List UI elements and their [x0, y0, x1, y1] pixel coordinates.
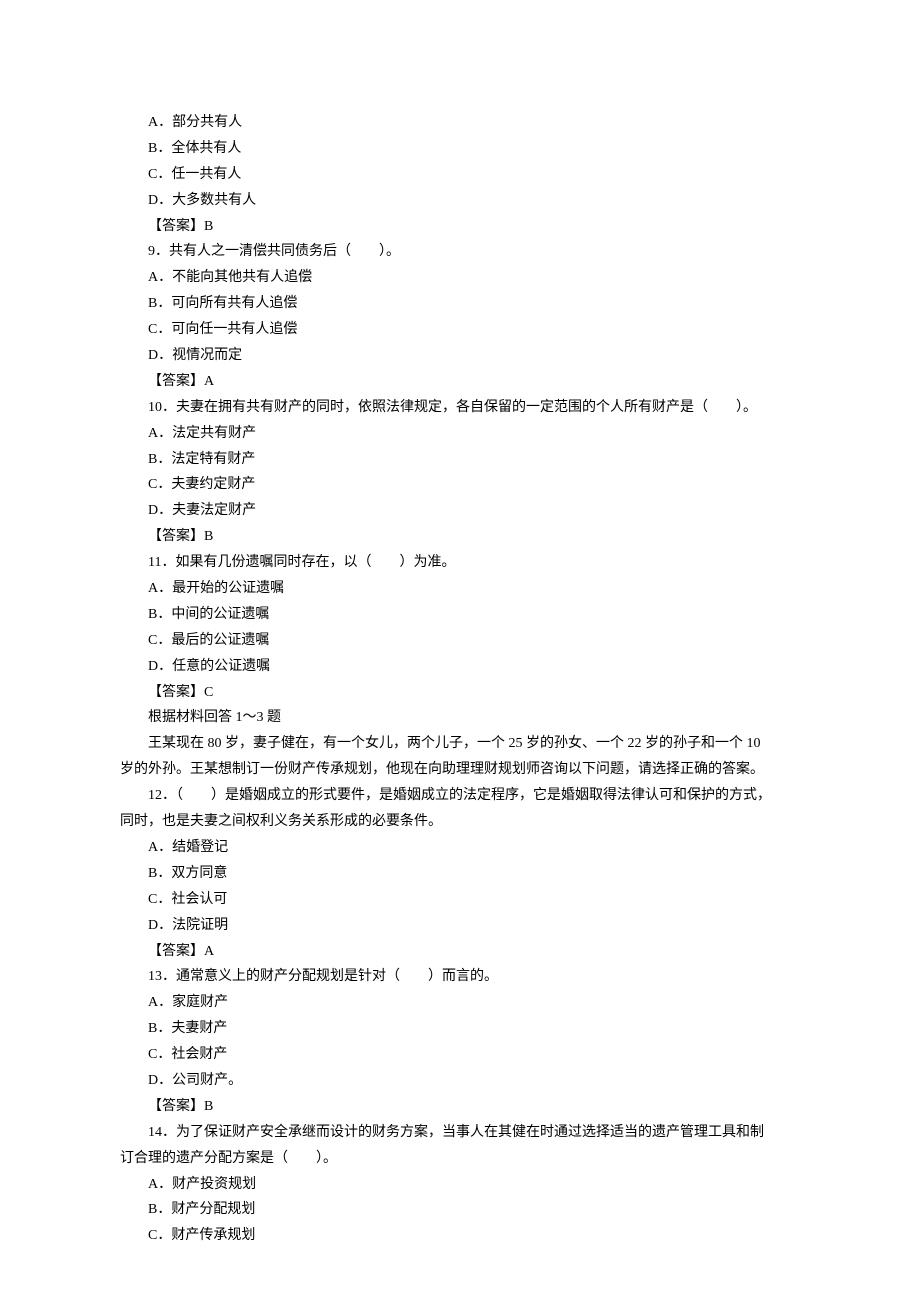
text-line: B．财产分配规划	[120, 1197, 800, 1223]
text-line: D．法院证明	[120, 913, 800, 939]
text-line: A．法定共有财产	[120, 421, 800, 447]
text-line: 王某现在 80 岁，妻子健在，有一个女儿，两个儿子，一个 25 岁的孙女、一个 …	[120, 731, 800, 757]
text-line: C．社会认可	[120, 887, 800, 913]
text-line: 【答案】B	[120, 214, 800, 240]
text-line: C．最后的公证遗嘱	[120, 628, 800, 654]
text-line: D．视情况而定	[120, 343, 800, 369]
text-line: 14．为了保证财产安全承继而设计的财务方案，当事人在其健在时通过选择适当的遗产管…	[120, 1120, 800, 1146]
text-line: D．公司财产。	[120, 1068, 800, 1094]
text-line: C．财产传承规划	[120, 1223, 800, 1249]
text-line: A．结婚登记	[120, 835, 800, 861]
text-line: 10．夫妻在拥有共有财产的同时，依照法律规定，各自保留的一定范围的个人所有财产是…	[120, 395, 800, 421]
text-line: 岁的外孙。王某想制订一份财产传承规划，他现在向助理理财规划师咨询以下问题，请选择…	[120, 757, 800, 783]
text-line: A．最开始的公证遗嘱	[120, 576, 800, 602]
text-line: 订合理的遗产分配方案是（ ）。	[120, 1146, 800, 1172]
text-line: A．部分共有人	[120, 110, 800, 136]
text-line: 同时，也是夫妻之间权利义务关系形成的必要条件。	[120, 809, 800, 835]
document-page: A．部分共有人B．全体共有人C．任一共有人D．大多数共有人【答案】B9．共有人之…	[0, 0, 920, 1309]
text-line: 13．通常意义上的财产分配规划是针对（ ）而言的。	[120, 964, 800, 990]
text-line: B．夫妻财产	[120, 1016, 800, 1042]
text-line: C．夫妻约定财产	[120, 472, 800, 498]
text-line: 11．如果有几份遗嘱同时存在，以（ ）为准。	[120, 550, 800, 576]
text-line: 12．（ ）是婚姻成立的形式要件，是婚姻成立的法定程序，它是婚姻取得法律认可和保…	[120, 783, 800, 809]
text-line: 【答案】C	[120, 680, 800, 706]
text-line: 9．共有人之一清偿共同债务后（ ）。	[120, 239, 800, 265]
text-line: A．家庭财产	[120, 990, 800, 1016]
text-line: A．不能向其他共有人追偿	[120, 265, 800, 291]
text-line: B．法定特有财产	[120, 447, 800, 473]
text-line: B．全体共有人	[120, 136, 800, 162]
text-line: D．大多数共有人	[120, 188, 800, 214]
text-line: A．财产投资规划	[120, 1172, 800, 1198]
text-line: 【答案】B	[120, 524, 800, 550]
text-line: B．可向所有共有人追偿	[120, 291, 800, 317]
text-line: D．夫妻法定财产	[120, 498, 800, 524]
text-line: B．双方同意	[120, 861, 800, 887]
text-line: C．任一共有人	[120, 162, 800, 188]
text-line: B．中间的公证遗嘱	[120, 602, 800, 628]
text-line: 【答案】A	[120, 369, 800, 395]
text-line: 根据材料回答 1～3 题	[120, 705, 800, 731]
text-line: D．任意的公证遗嘱	[120, 654, 800, 680]
text-line: 【答案】B	[120, 1094, 800, 1120]
text-line: 【答案】A	[120, 939, 800, 965]
text-line: C．可向任一共有人追偿	[120, 317, 800, 343]
text-line: C．社会财产	[120, 1042, 800, 1068]
